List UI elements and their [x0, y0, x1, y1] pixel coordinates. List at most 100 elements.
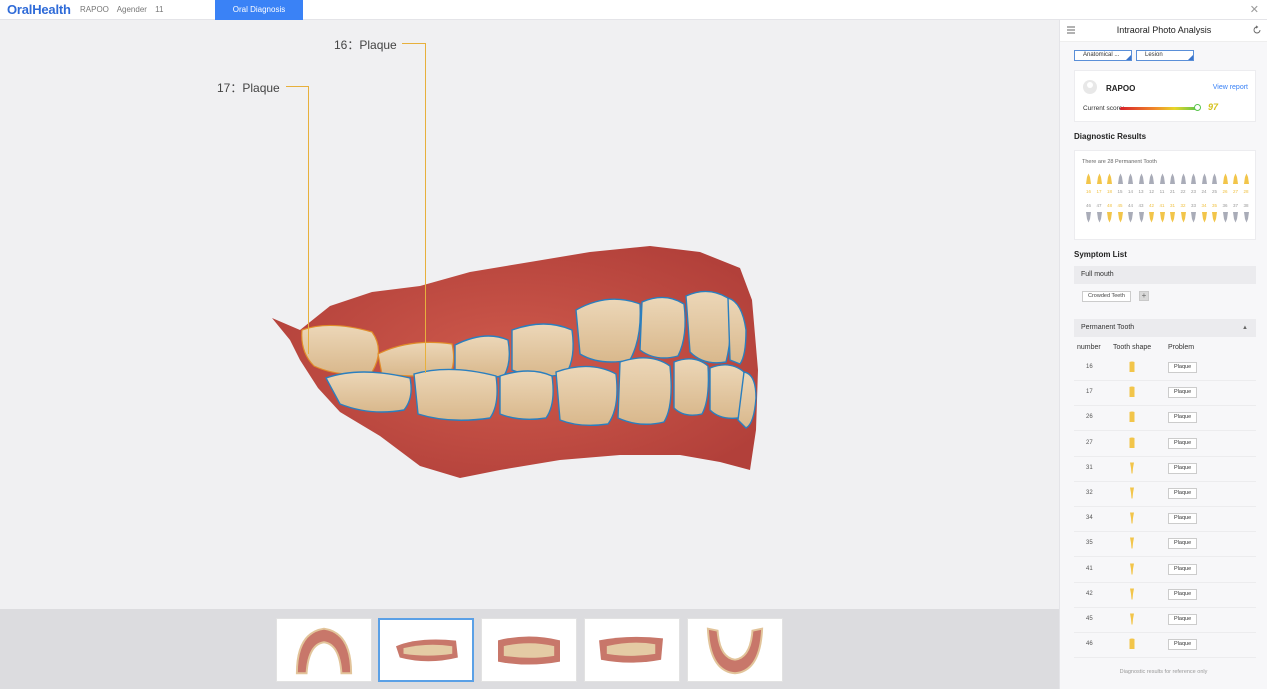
permanent-tooth-header[interactable]: Permanent Tooth ▲ — [1074, 319, 1256, 337]
col-number: number — [1077, 344, 1101, 351]
tooth-38-icon[interactable] — [1243, 211, 1250, 223]
tooth-35-icon[interactable] — [1211, 211, 1218, 223]
tooth-number-label: 11 — [1159, 189, 1165, 194]
tooth-number-label: 41 — [1159, 203, 1165, 208]
col-tooth-shape: Tooth shape — [1113, 344, 1152, 351]
table-header: number Tooth shape Problem — [1077, 344, 1262, 354]
view-report-link[interactable]: View report — [1213, 84, 1248, 91]
table-row[interactable]: 41 Plaque — [1074, 558, 1256, 583]
tooth-number-label: 23 — [1190, 189, 1196, 194]
user-score-card: RAPOO View report Current score: 97 — [1074, 70, 1256, 122]
table-row[interactable]: 34 Plaque — [1074, 507, 1256, 533]
table-row[interactable]: 27 Plaque — [1074, 432, 1256, 457]
tab-oral-diagnosis[interactable]: Oral Diagnosis — [215, 0, 303, 20]
filter-lesion[interactable]: Lesion — [1136, 50, 1194, 61]
tooth-13-icon[interactable] — [1138, 173, 1145, 185]
annotation-17-leader-v — [308, 86, 309, 354]
tooth-42-icon[interactable] — [1148, 211, 1155, 223]
problem-tag[interactable]: Plaque — [1168, 563, 1198, 575]
thumbnail-front[interactable] — [481, 618, 577, 682]
score-value: 97 — [1208, 102, 1219, 112]
table-row[interactable]: 46 Plaque — [1074, 633, 1256, 659]
table-row[interactable]: 32 Plaque — [1074, 482, 1256, 507]
problem-tag[interactable]: Plaque — [1168, 437, 1198, 449]
tooth-46-icon[interactable] — [1085, 211, 1092, 223]
tooth-14-icon[interactable] — [1127, 173, 1134, 185]
permanent-tooth-section[interactable]: Permanent Tooth ▲ — [1074, 319, 1256, 337]
table-row[interactable]: 16 Plaque — [1074, 356, 1256, 381]
table-row[interactable]: 31 Plaque — [1074, 457, 1256, 482]
tooth-47-icon[interactable] — [1096, 211, 1103, 223]
tooth-number-label: 38 — [1243, 203, 1249, 208]
tooth-31-icon[interactable] — [1169, 211, 1176, 223]
tooth-number-label: 14 — [1127, 189, 1133, 194]
tooth-17-icon[interactable] — [1096, 173, 1103, 185]
problem-tag[interactable]: Plaque — [1168, 614, 1198, 625]
model-viewer[interactable]: 16：Plaque 17：Plaque — [0, 20, 1059, 609]
filter-anatomical[interactable]: Anatomical ... — [1074, 50, 1132, 61]
problem-tag[interactable]: Plaque — [1168, 462, 1198, 474]
tooth-28-icon[interactable] — [1243, 173, 1250, 185]
tooth-11-icon[interactable] — [1159, 173, 1166, 185]
tooth-37-icon[interactable] — [1232, 211, 1239, 223]
molar-shape-icon — [1129, 361, 1135, 372]
problem-tag[interactable]: Plaque — [1168, 538, 1198, 550]
tooth-number-label: 25 — [1211, 189, 1217, 194]
collapse-arrow-icon[interactable]: ▲ — [1242, 319, 1248, 337]
table-row[interactable]: 42 Plaque — [1074, 583, 1256, 608]
annotation-17: 17：Plaque — [217, 81, 280, 95]
tooth-number-label: 34 — [1201, 203, 1207, 208]
thumbnail-left-side[interactable] — [584, 618, 680, 682]
tooth-24-icon[interactable] — [1201, 173, 1208, 185]
thumbnail-upper-arch[interactable] — [276, 618, 372, 682]
problem-tag[interactable]: Plaque — [1168, 639, 1198, 651]
tooth-22-icon[interactable] — [1180, 173, 1187, 185]
incisor-shape-icon — [1130, 588, 1134, 600]
tooth-27-icon[interactable] — [1232, 173, 1239, 185]
tooth-25-icon[interactable] — [1211, 173, 1218, 185]
col-problem: Problem — [1168, 344, 1195, 351]
tooth-44-icon[interactable] — [1127, 211, 1134, 223]
tooth-32-icon[interactable] — [1180, 211, 1187, 223]
tooth-48-icon[interactable] — [1106, 211, 1113, 223]
app-logo: OralHealth — [7, 2, 71, 17]
problem-tag[interactable]: Plaque — [1168, 387, 1198, 399]
problem-tag[interactable]: Plaque — [1168, 412, 1198, 424]
table-row[interactable]: 45 Plaque — [1074, 608, 1256, 633]
tooth-18-icon[interactable] — [1106, 173, 1113, 185]
tooth-15-icon[interactable] — [1117, 173, 1124, 185]
tooth-number-label: 36 — [1222, 203, 1228, 208]
tooth-43-icon[interactable] — [1138, 211, 1145, 223]
close-icon[interactable]: ✕ — [1250, 3, 1259, 16]
tooth-45-icon[interactable] — [1117, 211, 1124, 223]
full-mouth-section: Full mouth Crowded Teeth + — [1074, 266, 1256, 308]
tooth-23-icon[interactable] — [1190, 173, 1197, 185]
tooth-21-icon[interactable] — [1169, 173, 1176, 185]
tooth-number-label: 45 — [1117, 203, 1123, 208]
tooth-number-label: 48 — [1106, 203, 1112, 208]
refresh-icon[interactable] — [1252, 25, 1262, 35]
tooth-16-icon[interactable] — [1085, 173, 1092, 185]
tooth-number-label: 17 — [1096, 189, 1102, 194]
view-thumbnail-bar — [0, 609, 1059, 689]
problem-tag[interactable]: Plaque — [1168, 513, 1198, 525]
problem-tag[interactable]: Plaque — [1168, 488, 1198, 499]
tooth-number: 17 — [1086, 389, 1093, 396]
tooth-33-icon[interactable] — [1190, 211, 1197, 223]
tooth-36-icon[interactable] — [1222, 211, 1229, 223]
add-symptom-button[interactable]: + — [1139, 291, 1149, 301]
tooth-number: 35 — [1086, 540, 1093, 547]
table-row[interactable]: 26 Plaque — [1074, 406, 1256, 432]
tooth-26-icon[interactable] — [1222, 173, 1229, 185]
problem-tag[interactable]: Plaque — [1168, 588, 1198, 600]
symptom-chip-crowded-teeth[interactable]: Crowded Teeth — [1082, 291, 1131, 302]
table-row[interactable]: 17 Plaque — [1074, 381, 1256, 407]
thumbnail-right-side[interactable] — [378, 618, 474, 682]
tooth-12-icon[interactable] — [1148, 173, 1155, 185]
tooth-34-icon[interactable] — [1201, 211, 1208, 223]
dental-model[interactable] — [0, 20, 1059, 609]
tooth-41-icon[interactable] — [1159, 211, 1166, 223]
problem-tag[interactable]: Plaque — [1168, 362, 1198, 373]
thumbnail-lower-arch[interactable] — [687, 618, 783, 682]
table-row[interactable]: 35 Plaque — [1074, 532, 1256, 558]
